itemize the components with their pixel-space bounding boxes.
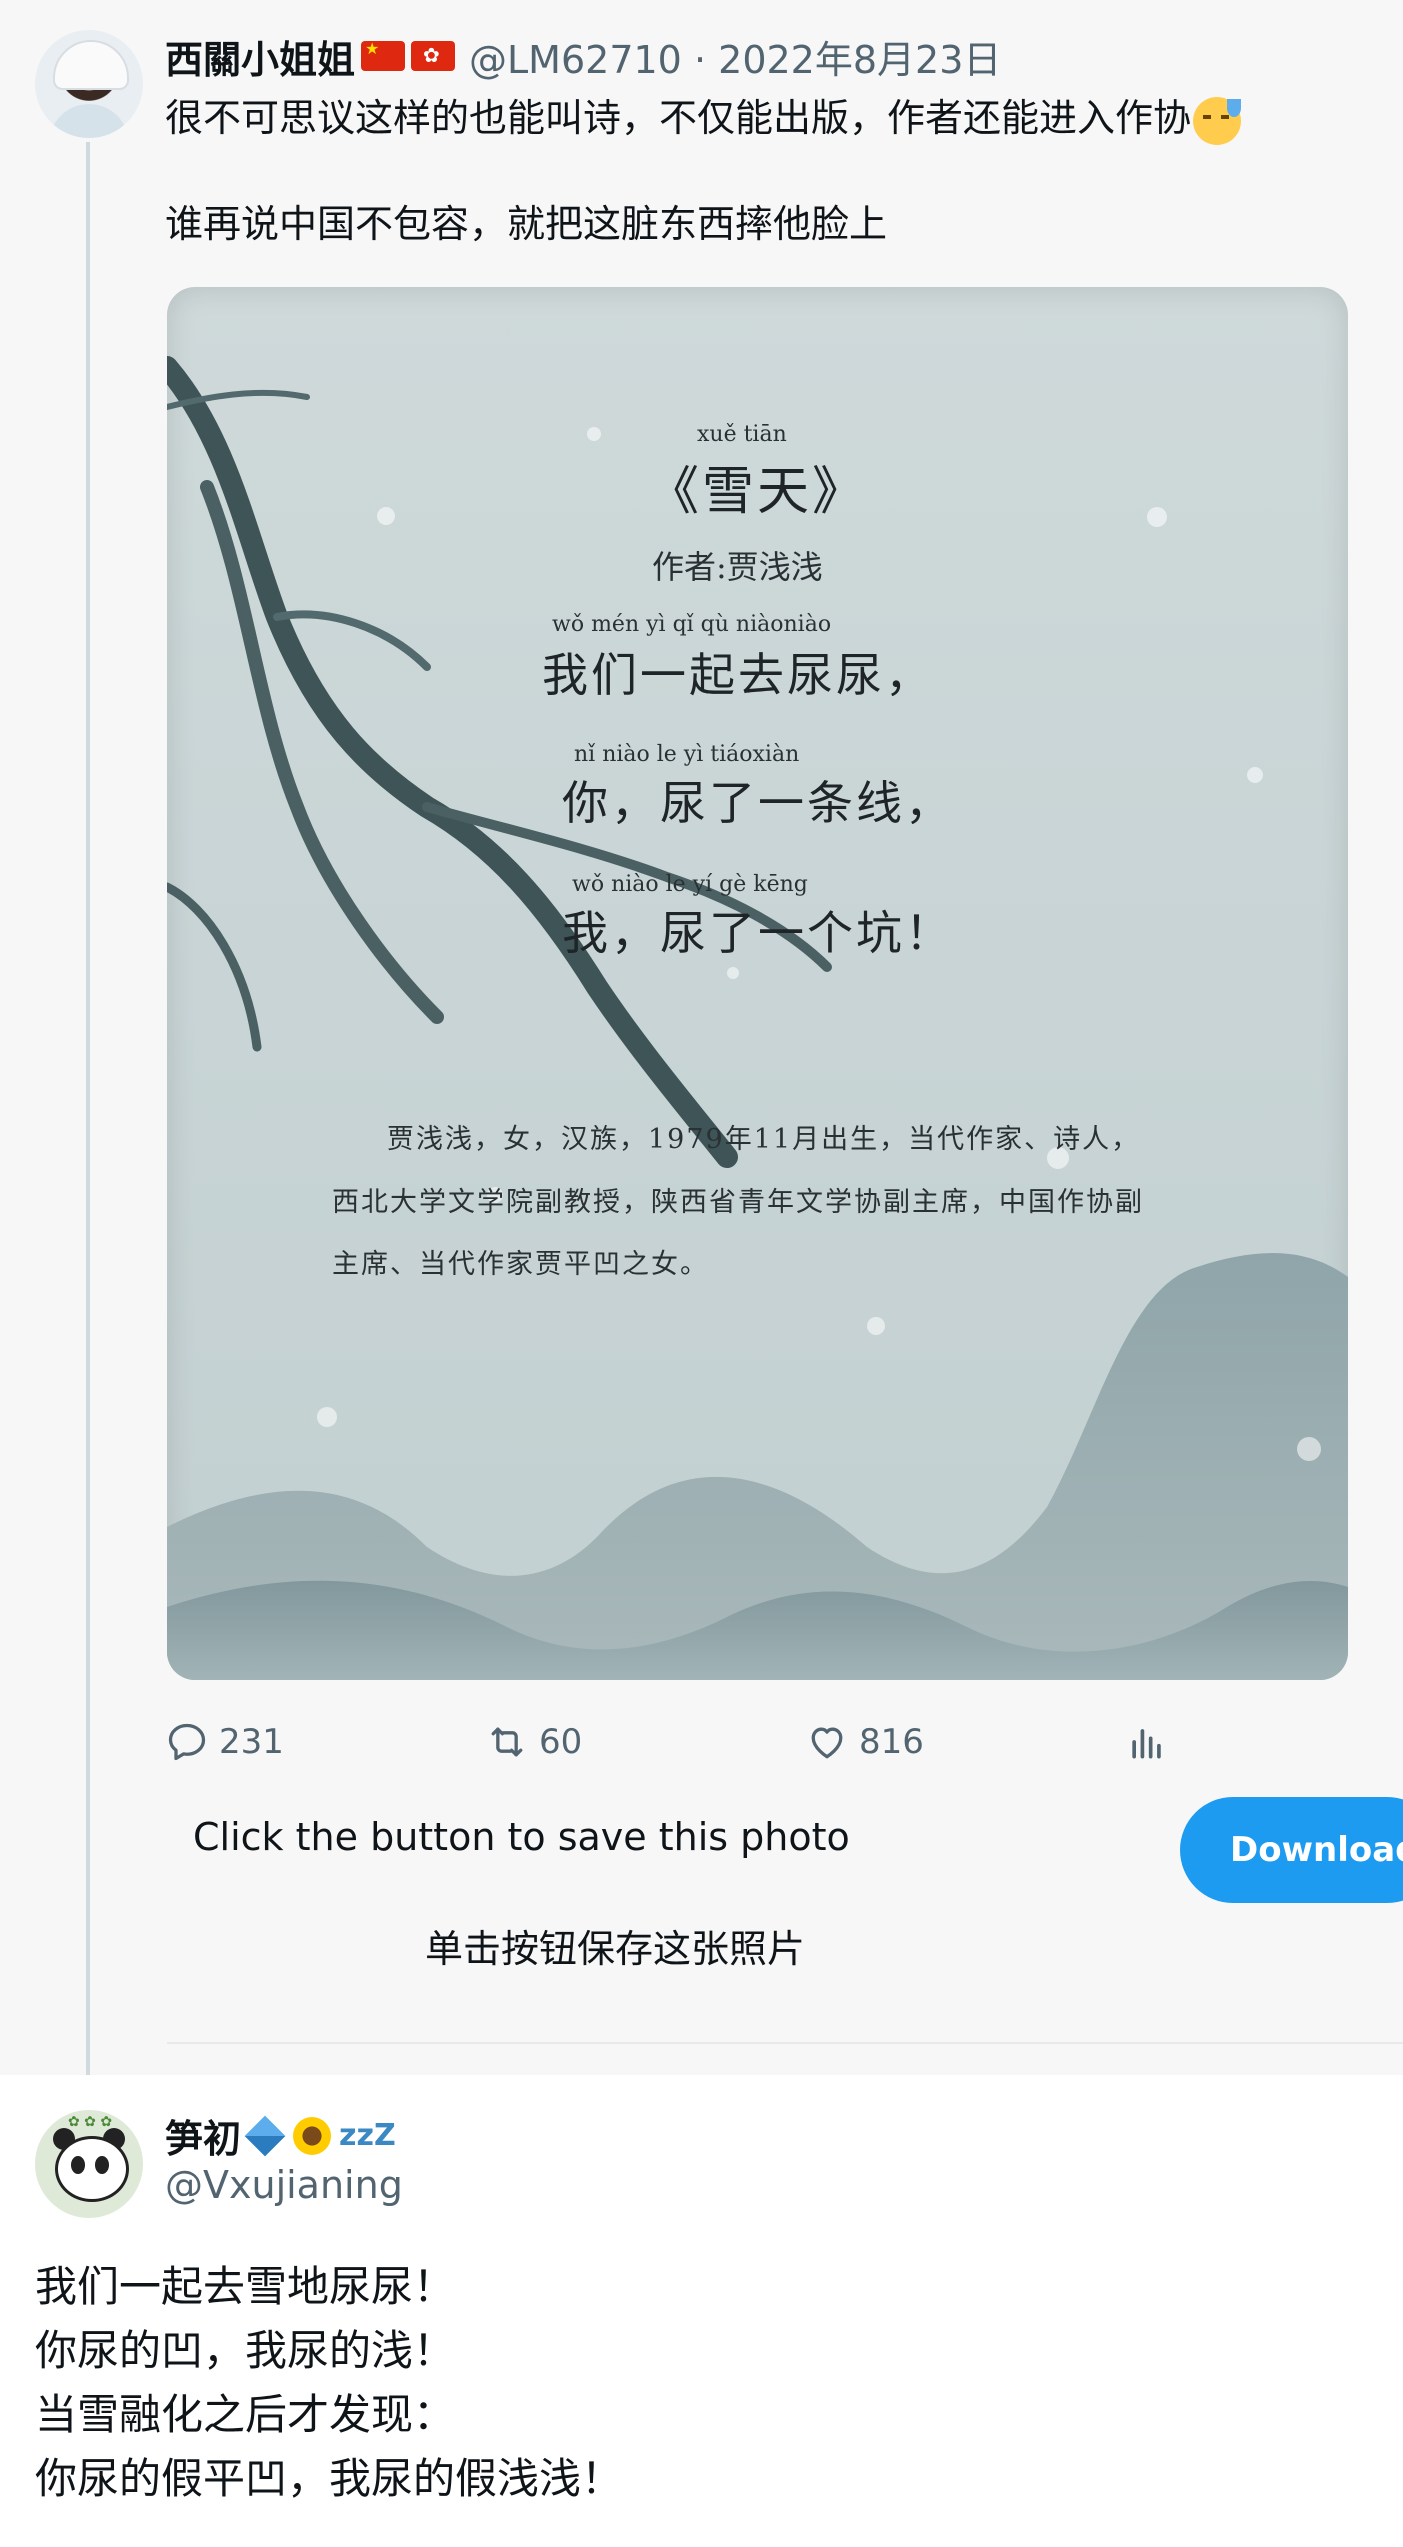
author-bio-line-1: 贾浅浅，女，汉族，1979年11月出生，当代作家、诗人， <box>387 1124 1141 1155</box>
reply-handle[interactable]: @Vxujianing <box>165 2163 403 2207</box>
author-bio-line-2: 西北大学文学院副教授，陕西省青年文学协副主席，中国作协副 <box>332 1187 1144 1218</box>
author-bio-line-3: 主席、当代作家贾平凹之女。 <box>332 1249 709 1280</box>
separator-dot: · <box>693 37 707 82</box>
avatar-body <box>49 104 129 138</box>
retweet-count: 60 <box>539 1722 583 1762</box>
reply-line-4: 你尿的假平凹，我尿的假浅浅！ <box>35 2454 624 2503</box>
snow-dot <box>1247 767 1263 783</box>
poem-line-2-pinyin: nǐ niào le yì tiáoxiàn <box>574 742 800 767</box>
retweet-icon <box>491 1727 523 1757</box>
tweet-text-line-1: 很不可思议这样的也能叫诗，不仅能出版，作者还能进入作协 <box>165 90 1242 146</box>
like-count: 816 <box>859 1722 924 1762</box>
china-flag-icon <box>361 39 406 71</box>
reply-line-2: 你尿的凹，我尿的浅！ <box>35 2326 456 2375</box>
save-photo-caption: Click the button to save this photo <box>193 1815 850 1859</box>
poem-line-3: 我，尿了一个坑！ <box>562 906 954 960</box>
reply-line-3: 当雪融化之后才发现： <box>35 2390 456 2439</box>
zzz-icon: zzZ <box>339 2118 396 2153</box>
panda-eye <box>95 2156 109 2174</box>
snow-dot <box>1297 1437 1321 1461</box>
tweet-text: 很不可思议这样的也能叫诗，不仅能出版，作者还能进入作协 <box>165 96 1192 140</box>
kite-icon <box>244 2115 286 2156</box>
snow-dot <box>587 427 601 441</box>
tweet-text-line-2: 谁再说中国不包容，就把这脏东西摔他脸上 <box>165 202 888 246</box>
handle-text[interactable]: @LM62710 <box>469 38 682 82</box>
like-action[interactable]: 816 <box>805 1715 924 1769</box>
poem-line-1: 我们一起去尿尿， <box>542 648 934 702</box>
thread-connector-line <box>86 142 90 2097</box>
snow-dot <box>377 507 395 525</box>
reply-header: 笋初 zzZ <box>165 2108 396 2163</box>
save-photo-caption-zh: 单击按钮保存这张照片 <box>425 1927 806 1971</box>
hong-kong-flag-icon <box>411 41 456 71</box>
download-button[interactable]: Download <box>1180 1797 1403 1903</box>
poem-title-pinyin: xuě tiān <box>697 422 787 447</box>
reply-count: 231 <box>219 1722 284 1762</box>
snow-dot <box>727 967 739 979</box>
author-handle[interactable]: @LM62710 · 2022年8月23日 <box>469 29 1001 84</box>
reply-author-avatar[interactable]: ✿ ✿ ✿ <box>35 2110 143 2218</box>
author-display-name[interactable]: 西關小姐姐 <box>165 29 355 84</box>
poem-line-1-pinyin: wǒ mén yì qǐ qù niàoniào <box>552 612 832 637</box>
analytics-bar-chart-icon <box>1132 1729 1161 1759</box>
reply-text: 我们一起去雪地尿尿！ 你尿的凹，我尿的浅！ 当雪融化之后才发现： 你尿的假平凹，… <box>35 2255 623 2511</box>
avatar-helmet <box>53 40 129 90</box>
reply-action[interactable]: 231 <box>165 1715 284 1769</box>
snow-dot <box>867 1317 885 1335</box>
analytics-action[interactable] <box>1125 1715 1179 1769</box>
poem-author: 作者:贾浅浅 <box>652 548 823 586</box>
tweet-date[interactable]: 2022年8月23日 <box>718 38 1001 82</box>
panda-eye <box>71 2156 85 2174</box>
heart-icon <box>811 1727 843 1759</box>
downcast-sweat-emoji-icon <box>1193 96 1242 145</box>
reply-line-1: 我们一起去雪地尿尿！ <box>35 2262 456 2311</box>
tweet-photo[interactable]: xuě tiān 《雪天》 作者:贾浅浅 wǒ mén yì qǐ qù nià… <box>167 287 1348 1680</box>
sunflower-icon <box>293 2116 332 2155</box>
reply-bubble-icon <box>168 1723 206 1761</box>
reply-display-name[interactable]: 笋初 <box>165 2108 241 2163</box>
poem-line-2: 你，尿了一条线， <box>562 776 954 830</box>
snow-dot <box>1147 507 1167 527</box>
poem-line-3-pinyin: wǒ niào le yí gè kēng <box>572 872 808 897</box>
snow-dot <box>317 1407 337 1427</box>
poem-title: 《雪天》 <box>647 462 868 522</box>
tweet-divider <box>167 2042 1403 2044</box>
panda-face <box>55 2136 129 2202</box>
author-avatar[interactable] <box>35 30 143 138</box>
tweet-header: 西關小姐姐 @LM62710 · 2022年8月23日 <box>165 26 1001 86</box>
retweet-action[interactable]: 60 <box>485 1715 582 1769</box>
